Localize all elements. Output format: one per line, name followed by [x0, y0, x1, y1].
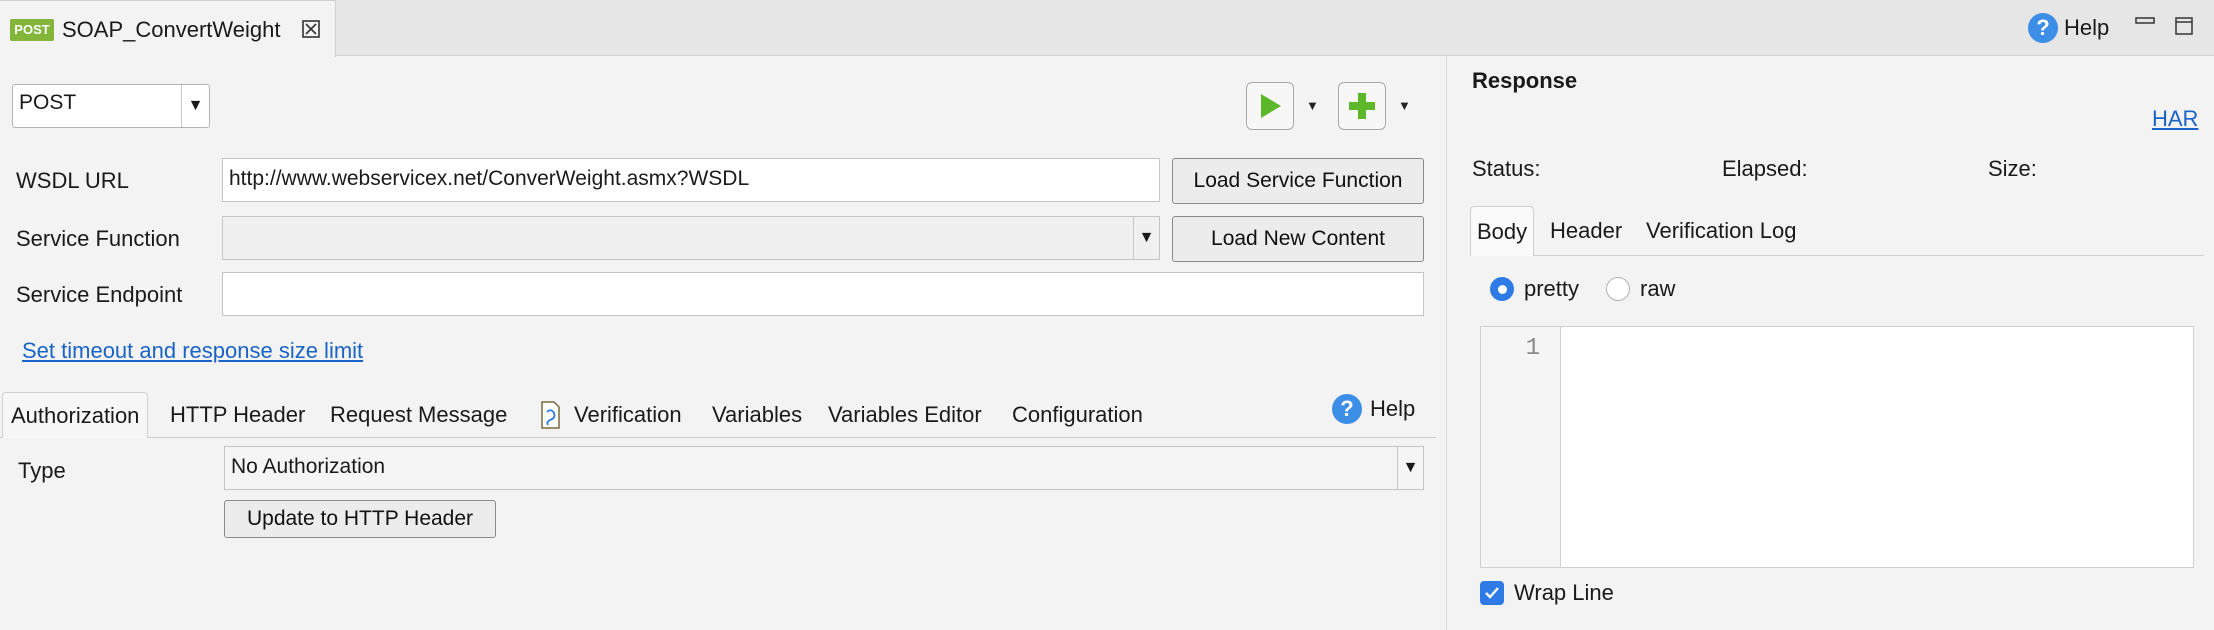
load-new-content-button[interactable]: Load New Content [1172, 216, 1424, 262]
raw-radio-label: raw [1640, 276, 1676, 301]
tabs-help-label: Help [1370, 396, 1416, 421]
tabs-help-button[interactable]: ? Help [1332, 394, 1415, 424]
service-endpoint-input[interactable] [222, 272, 1424, 316]
service-function-select[interactable]: ▼ [222, 216, 1160, 260]
chevron-down-icon[interactable]: ▼ [181, 85, 209, 127]
chevron-down-icon[interactable]: ▼ [1397, 447, 1423, 489]
method-select[interactable]: POST ▼ [12, 84, 210, 128]
help-icon: ? [2028, 13, 2058, 43]
run-icon [1261, 94, 1281, 118]
line-number: 1 [1525, 335, 1540, 362]
wsdl-url-input[interactable]: http://www.webservicex.net/ConverWeight.… [222, 158, 1160, 202]
timeout-settings-link[interactable]: Set timeout and response size limit [22, 338, 363, 364]
top-help-label: Help [2064, 15, 2110, 40]
document-tab-title: SOAP_ConvertWeight [62, 17, 281, 42]
add-dropdown-icon[interactable]: ▼ [1398, 98, 1411, 113]
update-to-http-header-button[interactable]: Update to HTTP Header [224, 500, 496, 538]
document-tab[interactable]: POST SOAP_ConvertWeight [0, 0, 336, 57]
response-title: Response [1472, 68, 1578, 93]
top-help-button[interactable]: ? Help [2028, 12, 2109, 44]
tab-configuration[interactable]: Configuration [1012, 392, 1143, 438]
auth-type-label: Type [18, 458, 66, 483]
radio-unselected-icon [1606, 277, 1630, 301]
radio-selected-icon [1490, 277, 1514, 301]
maximize-icon[interactable] [2174, 16, 2194, 36]
wsdl-url-value: http://www.webservicex.net/ConverWeight.… [229, 167, 750, 190]
response-tabs: Body Header Verification Log [1470, 206, 2204, 256]
verification-icon [541, 401, 560, 429]
response-body-editor[interactable]: 1 [1480, 326, 2194, 568]
tab-verification-log[interactable]: Verification Log [1646, 206, 1796, 256]
add-icon [1349, 93, 1375, 119]
status-label: Status: [1472, 156, 1541, 181]
service-endpoint-label: Service Endpoint [16, 282, 183, 307]
add-button[interactable] [1338, 82, 1386, 130]
elapsed-label: Elapsed: [1722, 156, 1808, 181]
auth-type-value: No Authorization [231, 455, 386, 478]
post-method-icon: POST [10, 19, 54, 41]
service-function-label: Service Function [16, 226, 180, 251]
pretty-radio[interactable]: pretty [1490, 276, 1579, 302]
tab-variables-editor[interactable]: Variables Editor [828, 392, 982, 438]
line-number-gutter: 1 [1481, 327, 1561, 567]
tab-variables[interactable]: Variables [712, 392, 802, 438]
request-tabs: Authorization HTTP Header Request Messag… [0, 386, 1436, 438]
tab-header[interactable]: Header [1550, 206, 1622, 256]
tab-verification[interactable]: Verification [574, 392, 682, 438]
har-link[interactable]: HAR [2152, 106, 2198, 132]
run-button[interactable] [1246, 82, 1294, 130]
tab-body[interactable]: Body [1470, 206, 1535, 256]
editor-tab-bar: POST SOAP_ConvertWeight ? Help [0, 0, 2214, 57]
wrap-line-checkbox[interactable]: Wrap Line [1480, 580, 1614, 606]
run-dropdown-icon[interactable]: ▼ [1306, 98, 1319, 113]
load-service-function-button[interactable]: Load Service Function [1172, 158, 1424, 204]
pane-divider[interactable] [1446, 56, 1447, 630]
auth-type-select[interactable]: No Authorization ▼ [224, 446, 1424, 490]
wsdl-url-label: WSDL URL [16, 168, 129, 193]
size-label: Size: [1988, 156, 2037, 181]
wrap-line-label: Wrap Line [1514, 580, 1614, 605]
help-icon: ? [1332, 394, 1362, 424]
method-select-value: POST [19, 91, 77, 114]
checkmark-icon [1480, 581, 1504, 605]
minimize-icon[interactable] [2134, 14, 2156, 28]
raw-radio[interactable]: raw [1606, 276, 1675, 302]
close-icon[interactable] [300, 18, 322, 40]
chevron-down-icon[interactable]: ▼ [1133, 217, 1159, 259]
pretty-radio-label: pretty [1524, 276, 1580, 301]
tab-authorization[interactable]: Authorization [2, 392, 149, 438]
tab-request-message[interactable]: Request Message [330, 392, 507, 438]
tab-http-header[interactable]: HTTP Header [170, 392, 305, 438]
